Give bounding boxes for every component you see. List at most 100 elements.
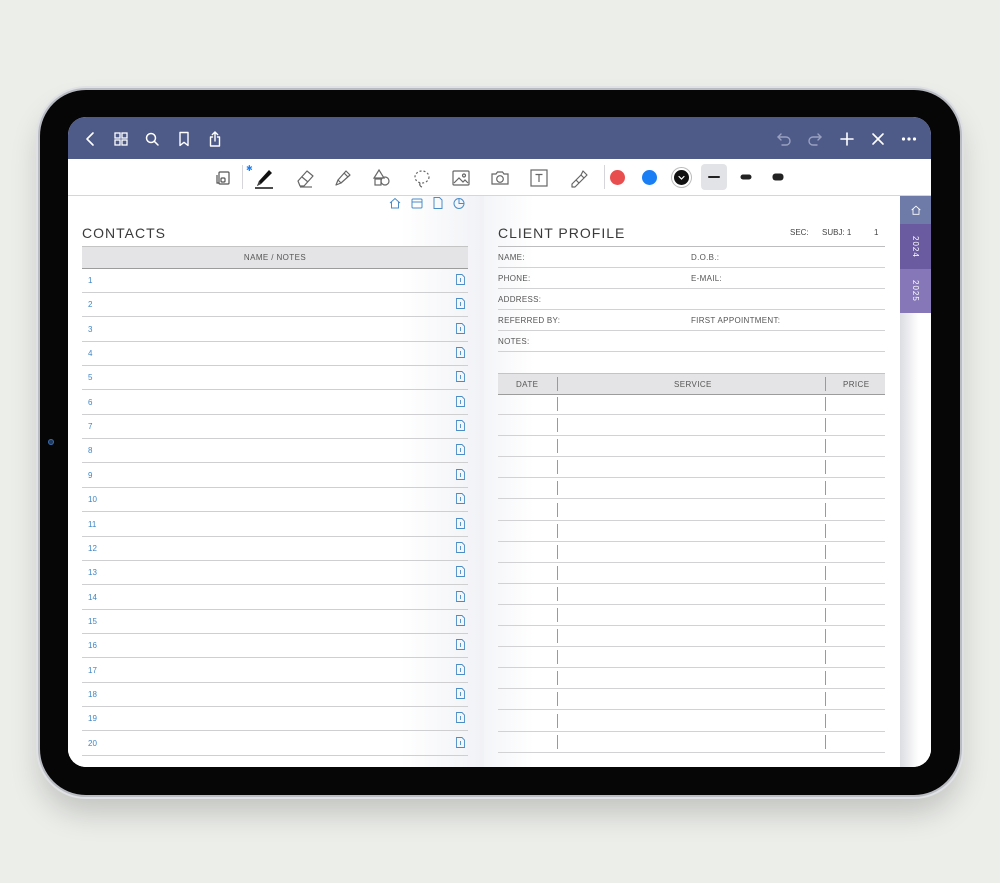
lasso-tool-icon[interactable] (411, 167, 433, 189)
notes-page-icon[interactable] (456, 274, 465, 285)
profile-row-phone[interactable]: PHONE: E-MAIL: (498, 268, 885, 289)
eraser-tool-icon[interactable] (294, 167, 316, 189)
notes-page-icon[interactable] (456, 614, 465, 626)
contact-row-number[interactable]: 11 (88, 520, 96, 529)
service-table-row[interactable] (498, 647, 885, 669)
contact-row[interactable]: 4 (82, 341, 468, 367)
notes-page-icon[interactable] (456, 541, 465, 553)
notes-page-icon[interactable] (456, 712, 465, 724)
add-page-icon[interactable] (838, 130, 856, 148)
service-table-row[interactable] (498, 500, 885, 521)
contact-row-number[interactable]: 2 (88, 300, 92, 309)
contact-row[interactable]: 1 (82, 268, 468, 293)
contact-row-number[interactable]: 13 (88, 568, 97, 577)
contact-row-number[interactable]: 16 (88, 641, 97, 650)
contact-row-number[interactable]: 7 (88, 422, 92, 431)
contact-row-number[interactable]: 9 (88, 471, 92, 480)
profile-row-referral[interactable]: REFERRED BY: FIRST APPOINTMENT: (498, 310, 885, 331)
elements-tool-icon[interactable] (567, 167, 589, 189)
notes-page-icon[interactable] (456, 444, 465, 456)
pen-tool-icon[interactable] (253, 167, 275, 189)
more-options-icon[interactable] (900, 130, 918, 148)
highlighter-tool-icon[interactable] (332, 167, 354, 189)
contact-row-number[interactable]: 19 (88, 714, 97, 723)
notes-page-icon[interactable] (456, 736, 465, 748)
profile-row-name[interactable]: NAME: D.O.B.: (498, 247, 885, 268)
notes-page-icon[interactable] (456, 566, 465, 578)
redo-icon[interactable] (806, 130, 824, 148)
contact-row[interactable]: 2 (82, 292, 468, 318)
color-swatch-blue[interactable] (642, 170, 657, 185)
bookmark-icon[interactable] (175, 130, 193, 148)
contact-row-number[interactable]: 14 (88, 593, 97, 602)
service-table-row[interactable] (498, 563, 885, 584)
contact-row-number[interactable]: 6 (88, 398, 92, 407)
contact-row[interactable]: 14 (82, 585, 468, 610)
notes-page-icon[interactable] (456, 493, 465, 505)
color-swatch-red[interactable] (610, 170, 625, 185)
service-table-row[interactable] (498, 415, 885, 437)
home-tab[interactable] (900, 196, 931, 224)
service-table-row[interactable] (498, 668, 885, 690)
contact-row-number[interactable]: 1 (88, 276, 92, 285)
notes-page-icon[interactable] (456, 663, 465, 675)
contact-row-number[interactable]: 5 (88, 373, 92, 382)
share-icon[interactable] (206, 130, 224, 148)
notes-page-icon[interactable] (456, 322, 465, 334)
service-table-row[interactable] (498, 394, 885, 415)
pie-chart-icon[interactable] (452, 196, 466, 210)
text-tool-icon[interactable] (528, 167, 550, 189)
thumbnails-grid-icon[interactable] (112, 130, 130, 148)
contact-row[interactable]: 8 (82, 438, 468, 464)
service-table-row[interactable] (498, 626, 885, 648)
service-table-row[interactable] (498, 521, 885, 542)
contact-row[interactable]: 17 (82, 658, 468, 683)
read-only-mode-icon[interactable] (213, 167, 235, 189)
contact-row[interactable]: 19 (82, 706, 468, 732)
notes-page-icon[interactable] (456, 590, 465, 602)
notes-page-icon[interactable] (456, 639, 465, 651)
stroke-width-thin-button[interactable] (701, 164, 727, 190)
service-table-row[interactable] (498, 457, 885, 479)
contact-row[interactable]: 10 (82, 487, 468, 513)
search-icon[interactable] (143, 130, 161, 148)
service-table-row[interactable] (498, 478, 885, 500)
home-icon[interactable] (388, 196, 402, 210)
profile-row-address[interactable]: ADDRESS: (498, 289, 885, 310)
year-tab-2024[interactable]: 2024 (900, 224, 931, 269)
undo-icon[interactable] (775, 130, 793, 148)
notes-page-icon[interactable] (456, 371, 465, 383)
notes-page-icon[interactable] (456, 347, 465, 358)
contact-row[interactable]: 9 (82, 463, 468, 488)
image-tool-icon[interactable] (450, 167, 472, 189)
notes-page-icon[interactable] (456, 298, 465, 310)
notes-page-icon[interactable] (456, 395, 465, 407)
contact-row[interactable]: 7 (82, 414, 468, 440)
notes-page-icon[interactable] (456, 468, 465, 480)
back-chevron-icon[interactable] (82, 130, 100, 148)
contact-row[interactable]: 3 (82, 317, 468, 342)
color-swatch-black-selected[interactable] (674, 170, 689, 185)
contact-row-number[interactable]: 3 (88, 325, 92, 334)
stroke-width-medium-button[interactable] (733, 164, 759, 190)
contact-row-number[interactable]: 12 (88, 544, 97, 553)
service-table-row[interactable] (498, 584, 885, 605)
note-page-icon[interactable] (431, 196, 445, 210)
calendar-icon[interactable] (410, 196, 424, 210)
profile-row-notes[interactable]: NOTES: (498, 331, 885, 352)
year-tab-2025[interactable]: 2025 (900, 269, 931, 313)
service-table-row[interactable] (498, 689, 885, 711)
service-table-row[interactable] (498, 732, 885, 753)
contact-row[interactable]: 15 (82, 609, 468, 634)
notes-page-icon[interactable] (456, 420, 465, 432)
service-table-row[interactable] (498, 605, 885, 626)
contact-row[interactable]: 12 (82, 536, 468, 561)
contact-row-number[interactable]: 15 (88, 617, 97, 626)
contact-row[interactable]: 16 (82, 633, 468, 659)
contact-row[interactable]: 13 (82, 560, 468, 586)
contact-row-number[interactable]: 8 (88, 446, 92, 455)
contact-row[interactable]: 11 (82, 512, 468, 537)
close-icon[interactable] (869, 130, 887, 148)
notes-page-icon[interactable] (456, 687, 465, 699)
contact-row-number[interactable]: 20 (88, 739, 97, 748)
